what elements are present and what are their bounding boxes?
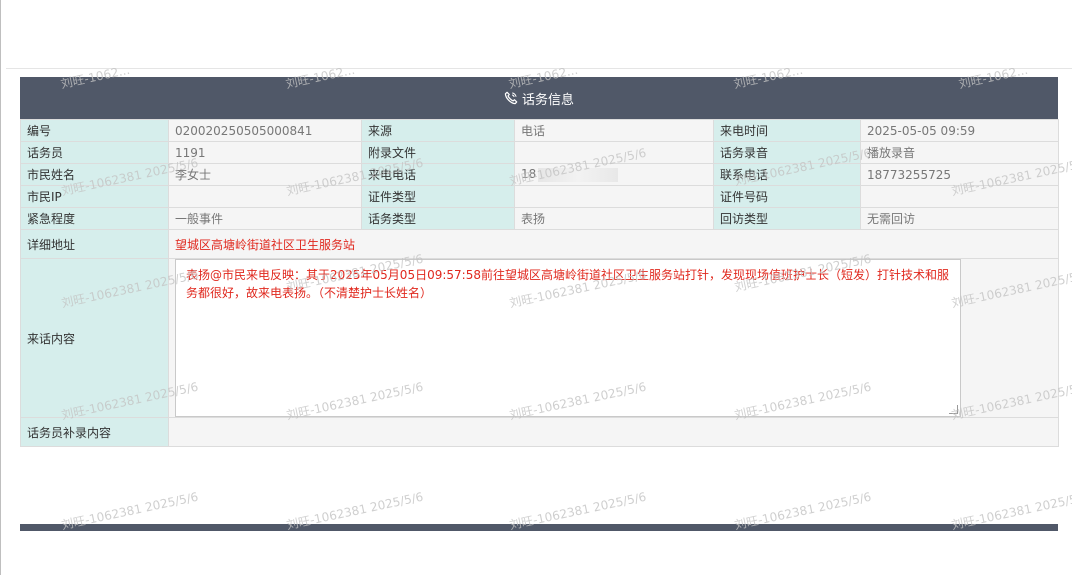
table-row: 话务员 1191 附录文件 话务录音 播放录音 xyxy=(20,141,1059,164)
play-recording-link[interactable]: 播放录音 xyxy=(860,141,1059,164)
value-caller-phone: 18 xyxy=(514,163,714,186)
label-operator: 话务员 xyxy=(20,141,169,164)
call-info-panel: 话务信息 编号 020020250505000841 来源 电话 来电时间 20… xyxy=(20,77,1059,447)
label-call-time: 来电时间 xyxy=(713,119,861,142)
value-supplement xyxy=(168,417,1059,447)
label-recording: 话务录音 xyxy=(713,141,861,164)
label-attachments: 附录文件 xyxy=(361,141,515,164)
value-call-time: 2025-05-05 09:59 xyxy=(860,119,1059,142)
call-info-table: 编号 020020250505000841 来源 电话 来电时间 2025-05… xyxy=(20,119,1059,447)
table-row: 市民IP 证件类型 证件号码 xyxy=(20,185,1059,208)
label-id-type: 证件类型 xyxy=(361,185,515,208)
label-citizen-name: 市民姓名 xyxy=(20,163,169,186)
call-content-cell: 表扬@市民来电反映：其于2025年05月05日09:57:58前往望城区高塘岭街… xyxy=(168,258,1059,418)
table-row: 话务员补录内容 xyxy=(20,417,1059,447)
table-row: 来话内容 表扬@市民来电反映：其于2025年05月05日09:57:58前往望城… xyxy=(20,258,1059,418)
value-citizen-name: 李女士 xyxy=(168,163,362,186)
value-address: 望城区高塘岭街道社区卫生服务站 xyxy=(168,229,1059,259)
table-row: 市民姓名 李女士 来电电话 18 联系电话 18773255725 xyxy=(20,163,1059,186)
value-operator: 1191 xyxy=(168,141,362,164)
bottom-panel-bar xyxy=(20,524,1058,531)
table-row: 详细地址 望城区高塘岭街道社区卫生服务站 xyxy=(20,229,1059,259)
label-contact-phone: 联系电话 xyxy=(713,163,861,186)
label-address: 详细地址 xyxy=(20,229,169,259)
panel-header: 话务信息 xyxy=(20,77,1058,119)
caller-phone-mask xyxy=(538,167,619,182)
label-citizen-ip: 市民IP xyxy=(20,185,169,208)
label-call-content: 来话内容 xyxy=(20,258,169,418)
table-row: 紧急程度 一般事件 话务类型 表扬 回访类型 无需回访 xyxy=(20,207,1059,230)
top-divider xyxy=(6,68,1072,69)
resize-handle-icon[interactable] xyxy=(949,405,958,414)
label-number: 编号 xyxy=(20,119,169,142)
value-attachments xyxy=(514,141,714,164)
value-number: 020020250505000841 xyxy=(168,119,362,142)
value-citizen-ip xyxy=(168,185,362,208)
label-call-type: 话务类型 xyxy=(361,207,515,230)
label-urgency: 紧急程度 xyxy=(20,207,169,230)
phone-icon xyxy=(504,91,518,105)
label-supplement: 话务员补录内容 xyxy=(20,417,169,447)
caller-phone-visible: 18 xyxy=(521,167,537,182)
table-row: 编号 020020250505000841 来源 电话 来电时间 2025-05… xyxy=(20,119,1059,142)
label-source: 来源 xyxy=(361,119,515,142)
value-source: 电话 xyxy=(514,119,714,142)
label-callback-type: 回访类型 xyxy=(713,207,861,230)
value-contact-phone: 18773255725 xyxy=(860,163,1059,186)
label-caller-phone: 来电电话 xyxy=(361,163,515,186)
call-content-textarea[interactable]: 表扬@市民来电反映：其于2025年05月05日09:57:58前往望城区高塘岭街… xyxy=(175,259,961,417)
value-call-type: 表扬 xyxy=(514,207,714,230)
value-urgency: 一般事件 xyxy=(168,207,362,230)
value-id-type xyxy=(514,185,714,208)
panel-title: 话务信息 xyxy=(521,92,574,108)
label-id-number: 证件号码 xyxy=(713,185,861,208)
call-content-text: 表扬@市民来电反映：其于2025年05月05日09:57:58前往望城区高塘岭街… xyxy=(186,268,949,300)
window-left-border xyxy=(0,0,1,575)
value-callback-type: 无需回访 xyxy=(860,207,1059,230)
value-id-number xyxy=(860,185,1059,208)
